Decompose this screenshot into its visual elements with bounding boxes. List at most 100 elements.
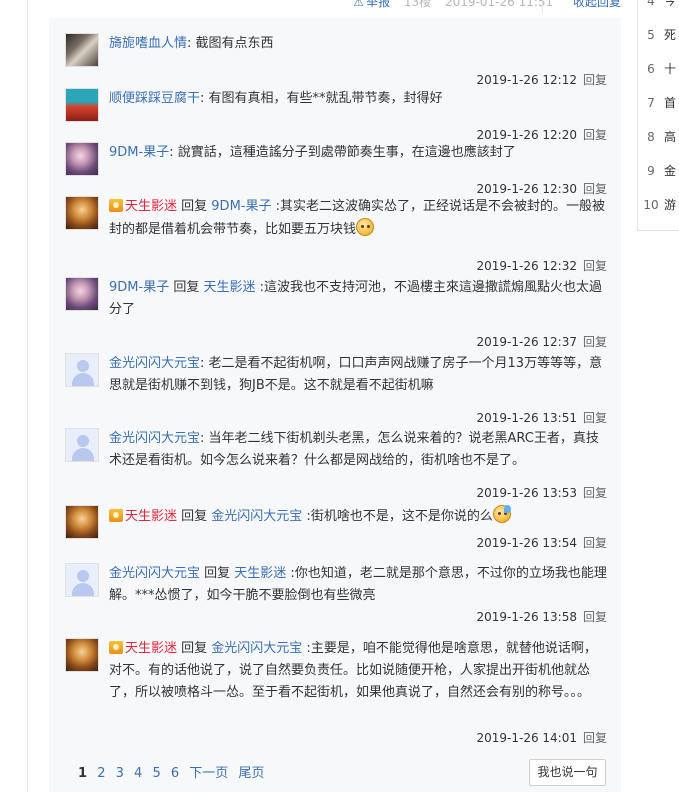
avatar-body-shape [72, 583, 94, 596]
avatar[interactable] [65, 142, 99, 176]
reply-author[interactable]: 旖旎嗜血人情 [109, 36, 187, 51]
reply-content: 金光闪闪大元宝: 当年老二线下街机剃头老黑，怎么说来着的？说老黑ARC王者，真技… [109, 431, 599, 468]
collapse-replies-link[interactable]: 收起回复 [573, 0, 621, 9]
rank-item[interactable]: 10 游 [638, 196, 679, 213]
reply-time: 2019-1-26 12:20 [476, 128, 577, 142]
report-link[interactable]: ⚠ 举报 [353, 0, 390, 9]
rank-item[interactable]: 7首 [638, 94, 679, 111]
reply-author[interactable]: 金光闪闪大元宝 [109, 431, 200, 446]
reply-time: 2019-1-26 12:12 [476, 73, 577, 87]
rank-item[interactable]: 5死 [638, 26, 679, 43]
reply-to-user[interactable]: 天生影迷 [234, 566, 286, 581]
rank-title: 金 [664, 164, 677, 178]
reply-button[interactable]: 回复 [583, 128, 607, 142]
reply-meta: 2019-1-26 14:01 回复 [476, 729, 607, 746]
page-link[interactable]: 6 [171, 766, 179, 781]
reply-meta: 2019-1-26 13:51 回复 [476, 409, 607, 426]
topbar-divider [542, 0, 543, 14]
reply-to-user[interactable]: 9DM-果子 [211, 199, 271, 214]
reply-meta: 2019-1-26 12:20 回复 [476, 126, 607, 143]
reply-author[interactable]: 金光闪闪大元宝 [109, 566, 200, 581]
reply-button[interactable]: 回复 [583, 731, 607, 745]
reply-button[interactable]: 回复 [583, 486, 607, 500]
page-link[interactable]: 5 [152, 766, 160, 781]
reply-button[interactable]: 回复 [583, 411, 607, 425]
rank-number: 6 [647, 62, 655, 76]
report-label: 举报 [366, 0, 391, 9]
reply-text: 街机啥也不是，这不是你说的么 [310, 509, 493, 524]
reply-button[interactable]: 回复 [583, 610, 607, 624]
rank-number: 7 [647, 96, 655, 110]
say-something-button[interactable]: 我也说一句 [529, 759, 606, 786]
avatar[interactable] [65, 505, 99, 539]
reply-to-user[interactable]: 天生影迷 [203, 280, 255, 295]
next-page-link[interactable]: 下一页 [189, 766, 228, 781]
rank-item[interactable]: 8高 [638, 128, 679, 145]
reply-to-user[interactable]: 金光闪闪大元宝 [211, 641, 302, 656]
reply-list: 旖旎嗜血人情: 截图有点东西 2019-1-26 12:12 回复 顺便踩踩豆腐干… [49, 18, 621, 792]
smile-emoji-icon [356, 218, 375, 236]
reply-meta: 2019-1-26 13:54 回复 [476, 534, 607, 551]
reply-content: 金光闪闪大元宝: 老二是看不起街机啊，口口声声网战赚了房子一个月13万等等等，意… [109, 356, 603, 393]
avatar[interactable] [65, 277, 99, 311]
avatar-body-shape [72, 448, 94, 461]
reply-author[interactable]: 9DM-果子 [109, 280, 169, 295]
medal-icon [109, 509, 123, 522]
rank-title: 今 [664, 0, 677, 8]
reply-author[interactable]: 9DM-果子 [109, 145, 169, 160]
reply-author[interactable]: 金光闪闪大元宝 [109, 356, 200, 371]
reply-word: 回复 [200, 566, 235, 581]
reply-content: 金光闪闪大元宝 回复 天生影迷 :你也知道，老二就是那个意思，不过你的立场我也能… [109, 566, 607, 603]
reply-button[interactable]: 回复 [583, 335, 607, 349]
avatar-head-shape [77, 570, 89, 582]
reply-text: 截图有点东西 [195, 36, 274, 51]
avatar[interactable] [65, 563, 99, 597]
reply-meta: 2019-1-26 12:32 回复 [476, 257, 607, 274]
reply-time: 2019-1-26 12:30 [476, 182, 577, 196]
floor-topbar: ⚠ 举报 13楼 2019-01-26 11:51 收起回复 [49, 0, 621, 14]
reply-author[interactable]: 天生影迷 [125, 509, 177, 524]
rank-item[interactable]: 6十 [638, 60, 679, 77]
reply-author[interactable]: 天生影迷 [125, 641, 177, 656]
reply-meta: 2019-1-26 12:12 回复 [476, 71, 607, 88]
reply-content: 顺便踩踩豆腐干: 有图有真相，有些**就乱带节奏，封得好 [109, 91, 443, 106]
rank-item[interactable]: 9金 [638, 162, 679, 179]
reply-word: 回复 [177, 641, 212, 656]
reply-word: 回复 [177, 199, 212, 214]
reply-word: 回复 [177, 509, 212, 524]
rank-item[interactable]: 4今 [638, 0, 679, 9]
reply-content: 旖旎嗜血人情: 截图有点东西 [109, 36, 274, 51]
reply-author[interactable]: 天生影迷 [125, 199, 177, 214]
rank-title: 首 [664, 96, 677, 110]
sweat-emoji-icon [492, 505, 511, 523]
avatar[interactable] [65, 353, 99, 387]
avatar-body-shape [72, 373, 94, 386]
page-link[interactable]: 4 [134, 766, 142, 781]
avatar[interactable] [65, 196, 99, 230]
reply-meta: 2019-1-26 13:53 回复 [476, 484, 607, 501]
reply-to-user[interactable]: 金光闪闪大元宝 [211, 509, 302, 524]
page-link[interactable]: 3 [116, 766, 124, 781]
avatar-head-shape [77, 435, 89, 447]
reply-button[interactable]: 回复 [583, 536, 607, 550]
reply-button[interactable]: 回复 [583, 259, 607, 273]
last-page-link[interactable]: 尾页 [238, 766, 264, 781]
reply-content: 9DM-果子: 說實話，這種造謠分子到處帶節奏生事，在這邊也應該封了 [109, 145, 516, 160]
rank-title: 十 [664, 62, 677, 76]
page-link[interactable]: 2 [97, 766, 105, 781]
reply-meta: 2019-1-26 12:37 回复 [476, 333, 607, 350]
avatar[interactable] [65, 33, 99, 67]
medal-icon [109, 199, 123, 212]
reply-content: 天生影迷 回复 金光闪闪大元宝 :主要是，咱不能觉得他是啥意思，就替他说话啊，对… [109, 641, 597, 700]
reply-button[interactable]: 回复 [583, 182, 607, 196]
avatar[interactable] [65, 638, 99, 672]
reply-meta: 2019-1-26 12:30 回复 [476, 180, 607, 197]
reply-text: 說實話，這種造謠分子到處帶節奏生事，在這邊也應該封了 [177, 145, 516, 160]
reply-button[interactable]: 回复 [583, 73, 607, 87]
rank-title: 高 [664, 130, 677, 144]
avatar[interactable] [65, 88, 99, 122]
reply-author[interactable]: 顺便踩踩豆腐干 [109, 91, 200, 106]
reply-content: 天生影迷 回复 金光闪闪大元宝 :街机啥也不是，这不是你说的么 [109, 505, 609, 528]
rank-number: 5 [647, 28, 655, 42]
avatar[interactable] [65, 428, 99, 462]
